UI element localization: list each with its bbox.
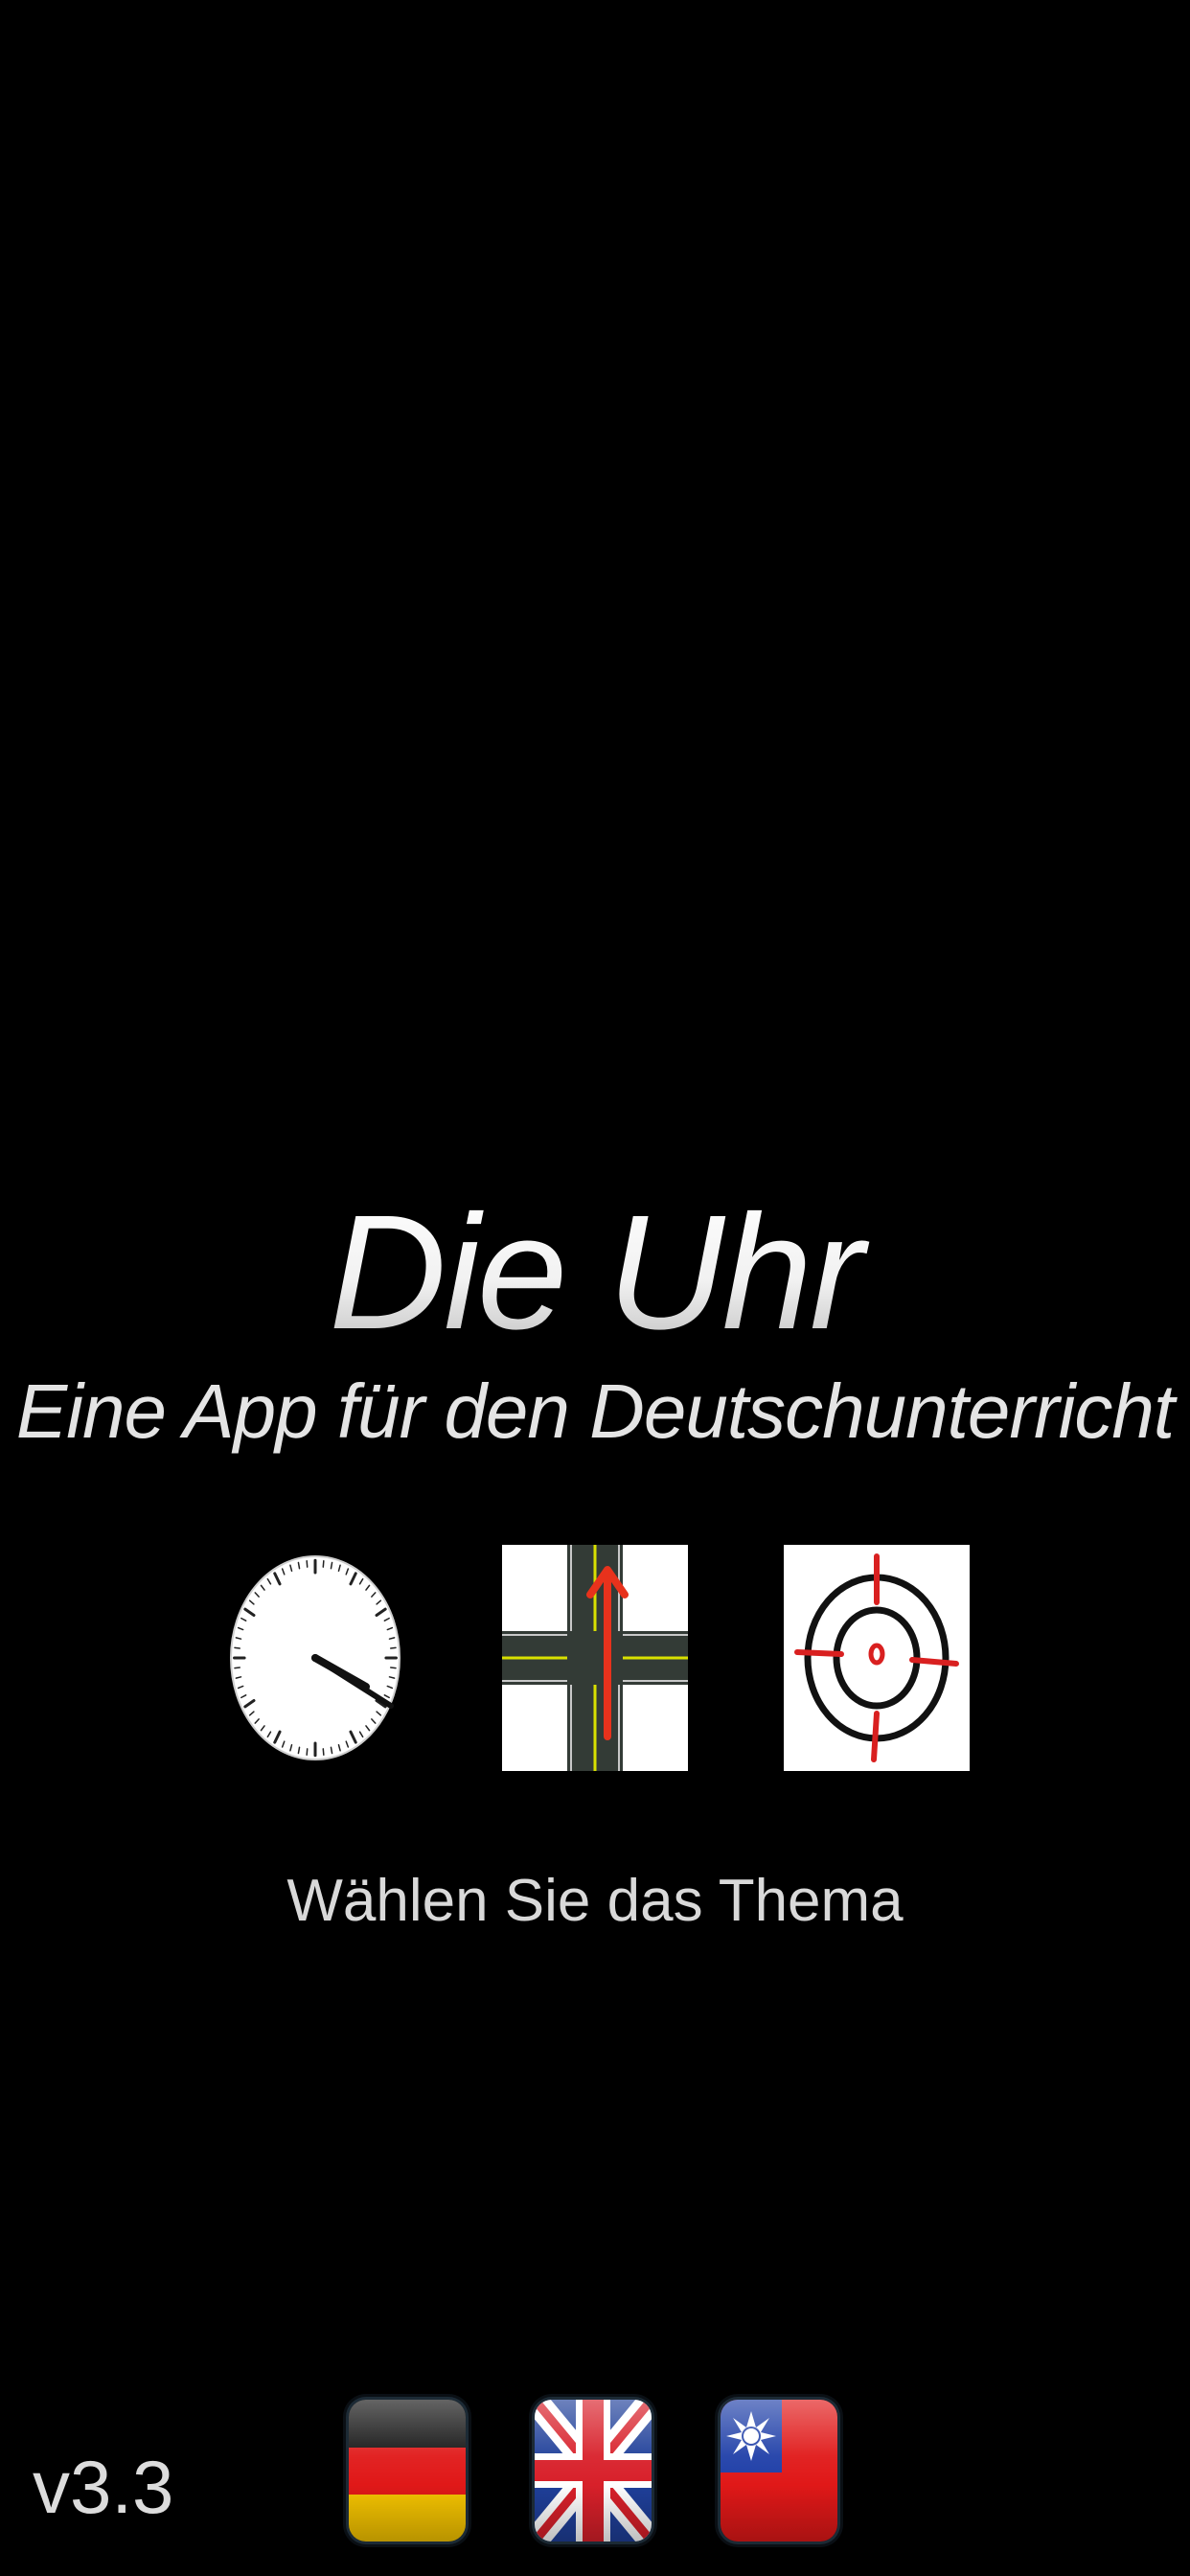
topic-position-button[interactable] [784, 1545, 970, 1771]
topic-directions-button[interactable] [502, 1545, 688, 1771]
germany-flag-icon [349, 2400, 466, 2542]
app-subtitle: Eine App für den Deutschunterricht [15, 1368, 1175, 1454]
clock-tick [306, 1748, 309, 1756]
topic-clock-button[interactable] [222, 1545, 408, 1771]
crossroads-arrow-icon [502, 1545, 688, 1771]
taiwan-flag-icon [721, 2400, 837, 2542]
version-label: v3.3 [33, 2445, 174, 2529]
clock-tick [306, 1560, 309, 1568]
choose-topic-prompt: Wählen Sie das Thema [286, 1868, 904, 1934]
language-english-button[interactable] [535, 2400, 652, 2542]
uk-flag-icon [535, 2400, 652, 2542]
target-crosshair-icon [784, 1545, 970, 1771]
clock-icon [230, 1555, 400, 1760]
clock-tick [322, 1748, 325, 1756]
clock-tick [322, 1560, 325, 1568]
app-title: Die Uhr [0, 1186, 1190, 1359]
clock-tick [390, 1646, 397, 1649]
clock-tick [234, 1646, 240, 1649]
language-german-button[interactable] [349, 2400, 466, 2542]
language-chinese-button[interactable] [721, 2400, 837, 2542]
